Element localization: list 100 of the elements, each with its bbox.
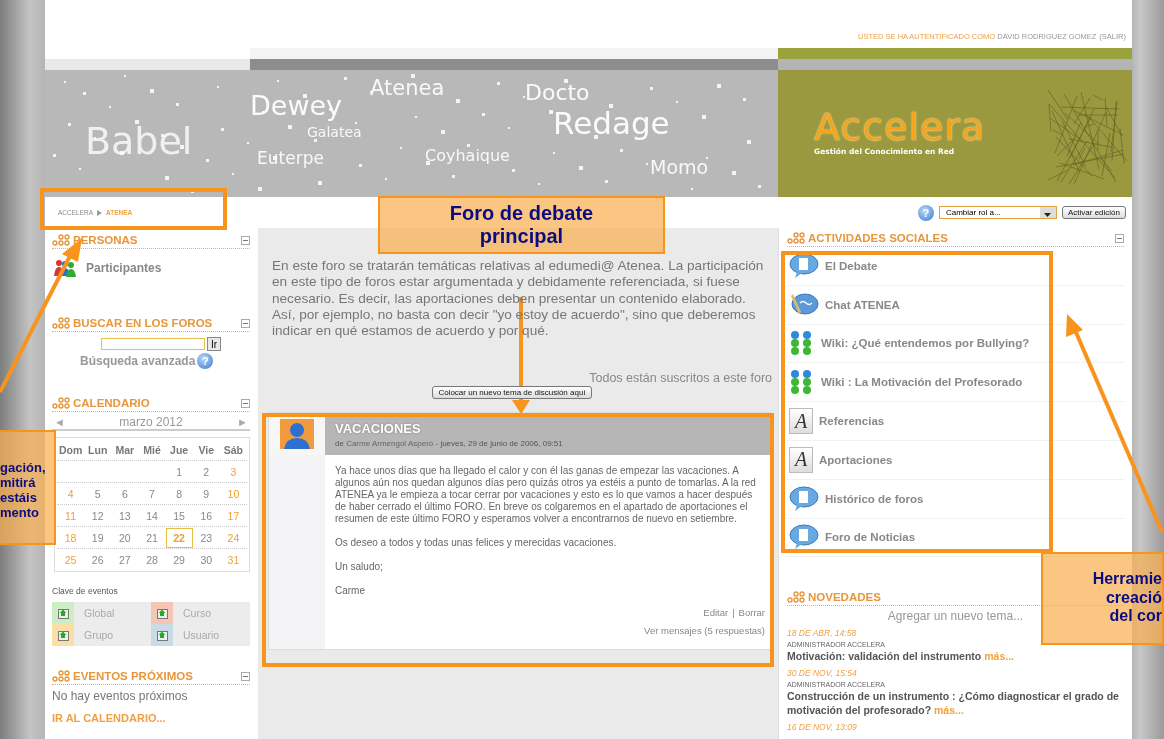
- calendar-day[interactable]: 24: [219, 531, 247, 544]
- calendar-day[interactable]: 10: [219, 487, 247, 500]
- block-title: EVENTOS PRÓXIMOS: [73, 670, 193, 682]
- activity-link[interactable]: El Debate: [825, 259, 878, 272]
- weekday-label: Vie: [197, 443, 216, 456]
- document-icon: A: [789, 408, 813, 435]
- calendar-day[interactable]: 4: [57, 487, 85, 500]
- more-link[interactable]: más...: [934, 704, 964, 717]
- logo-text: Accelera: [814, 108, 986, 146]
- calendar-day[interactable]: 8: [165, 487, 193, 500]
- news-date: 16 DE NOV, 13:09: [787, 722, 858, 733]
- banner-word: Dewey: [250, 92, 343, 119]
- activity-link[interactable]: Foro de Noticias: [825, 531, 916, 544]
- edit-mode-button[interactable]: Activar edición: [1061, 206, 1126, 219]
- calendar-day[interactable]: 15: [165, 509, 193, 522]
- event-type-toggle[interactable]: Curso: [183, 607, 211, 619]
- calendar-day[interactable]: 25: [57, 553, 85, 566]
- block-title: PERSONAS: [73, 234, 138, 246]
- calendar-day[interactable]: 9: [192, 487, 220, 500]
- subscription-note: Todos están suscritos a este foro: [589, 371, 772, 386]
- calendar-link[interactable]: IR AL CALENDARIO...: [52, 712, 250, 724]
- banner-word: Galatea: [307, 125, 362, 139]
- news-date: 18 DE ABR, 14:58: [787, 628, 858, 639]
- post-paragraph: Ya hace unos días que ha llegado el calor y con él las ganas de empezar las vacaciones. A algunos aún nos quedan algunos días pero quizás otros ya estéis a punto de tomarlas. A la red ATENEA ya le empieza a tocar cerrar por vacaciones y esto es lo que vamos a hacer después de haber cerrado el último FORO. En breve os colgaremos en el apartado de aportaciones el resumen de este último FORO y esperamos volver a encontrarnos de nuevo en setiembre.: [335, 465, 757, 526]
- block-title: NOVEDADES: [808, 591, 881, 604]
- banner-word: Redage: [553, 108, 670, 139]
- weekday-label: Sáb: [222, 443, 245, 456]
- search-field[interactable]: [100, 338, 205, 350]
- add-topic-link[interactable]: Agregar un nuevo tema...: [887, 609, 1024, 624]
- collapse-icon[interactable]: [241, 318, 250, 328]
- calendar-day[interactable]: 16: [192, 509, 220, 522]
- post-byline: de Carme Armengol Asperó - jueves, 29 de junio de 2006, 09:51: [335, 439, 563, 448]
- more-link[interactable]: más...: [984, 650, 1014, 663]
- calendar-day[interactable]: 14: [138, 509, 166, 522]
- activity-link[interactable]: Referencias: [819, 415, 885, 428]
- calendar-icon: [57, 607, 69, 619]
- callout-box: Foro de debate principal: [378, 196, 665, 254]
- activity-link[interactable]: Histórico de foros: [825, 492, 924, 505]
- edit-link[interactable]: Editar: [703, 607, 729, 619]
- advanced-search-link[interactable]: Búsqueda avanzada: [80, 354, 196, 368]
- calendar-day[interactable]: 29: [165, 553, 193, 566]
- calendar-day[interactable]: 30: [192, 553, 220, 566]
- participants-link[interactable]: Participantes: [86, 261, 162, 275]
- banner-word: Babel: [85, 122, 193, 160]
- banner-word: Docto: [525, 82, 590, 104]
- post-paragraph: Carme: [335, 585, 366, 598]
- callout-box: gación, mitirá estáis mento: [0, 430, 56, 545]
- people-icon: [54, 259, 76, 277]
- calendar-day[interactable]: 3: [219, 465, 247, 478]
- calendar-icon: [156, 607, 168, 619]
- calendar-day[interactable]: 2: [192, 465, 220, 478]
- role-select[interactable]: Cambiar rol a...: [938, 206, 1057, 219]
- calendar-day[interactable]: 11: [57, 509, 85, 522]
- caret-icon: [1044, 213, 1052, 217]
- replies-link[interactable]: Ver mensajes (5 respuestas): [644, 625, 765, 637]
- calendar-day[interactable]: 7: [138, 487, 166, 500]
- calendar-day[interactable]: 12: [84, 509, 112, 522]
- event-type-toggle[interactable]: Global: [84, 607, 115, 619]
- block-title: BUSCAR EN LOS FOROS: [73, 317, 213, 329]
- help-icon[interactable]: ?: [197, 353, 214, 369]
- avatar: [280, 419, 314, 450]
- calendar-day[interactable]: 26: [84, 553, 112, 566]
- calendar-day[interactable]: 6: [111, 487, 139, 500]
- activity-link[interactable]: Wiki: ¿Qué entendemos por Bullying?: [821, 337, 1030, 350]
- dots-icon: [52, 670, 70, 682]
- event-type-toggle[interactable]: Grupo: [84, 629, 114, 641]
- calendar-day[interactable]: 31: [219, 553, 247, 566]
- go-button[interactable]: Ir: [206, 337, 222, 351]
- legend-title: Clave de eventos: [52, 586, 119, 596]
- calendar-day[interactable]: 19: [84, 531, 112, 544]
- banner-word: Atenea: [370, 78, 445, 99]
- activity-link[interactable]: Chat ATENEA: [825, 298, 900, 311]
- dots-icon: [52, 397, 70, 409]
- calendar-day[interactable]: 20: [111, 531, 139, 544]
- event-type-toggle[interactable]: Usuario: [183, 629, 220, 641]
- new-topic-button[interactable]: Colocar un nuevo tema de discusión aquí: [432, 386, 592, 400]
- delete-link[interactable]: Borrar: [738, 607, 765, 619]
- collapse-icon[interactable]: [241, 235, 250, 245]
- activity-link[interactable]: Aportaciones: [819, 453, 893, 466]
- collapse-icon[interactable]: [241, 398, 250, 408]
- calendar-day[interactable]: 5: [84, 487, 112, 500]
- calendar-day[interactable]: 22: [165, 527, 193, 548]
- previous-month-button[interactable]: ◄: [54, 416, 65, 428]
- collapse-icon[interactable]: [241, 671, 250, 681]
- dots-icon: [787, 591, 805, 604]
- activity-link[interactable]: Wiki : La Motivación del Profesorado: [821, 376, 1023, 389]
- next-month-button[interactable]: ►: [237, 416, 248, 428]
- collapse-icon[interactable]: [1115, 233, 1124, 243]
- calendar-day[interactable]: 23: [192, 531, 220, 544]
- calendar-day[interactable]: 17: [219, 509, 247, 522]
- calendar-day[interactable]: 1: [165, 465, 193, 478]
- calendar-day[interactable]: 18: [57, 531, 85, 544]
- help-icon[interactable]: ?: [917, 204, 934, 221]
- calendar-day[interactable]: 21: [138, 531, 166, 544]
- banner-word: Momo: [650, 158, 709, 177]
- calendar-day[interactable]: 27: [111, 553, 139, 566]
- calendar-day[interactable]: 13: [111, 509, 139, 522]
- calendar-icon: [57, 629, 69, 641]
- dots-icon: [52, 234, 70, 246]
- calendar-day[interactable]: 28: [138, 553, 166, 566]
